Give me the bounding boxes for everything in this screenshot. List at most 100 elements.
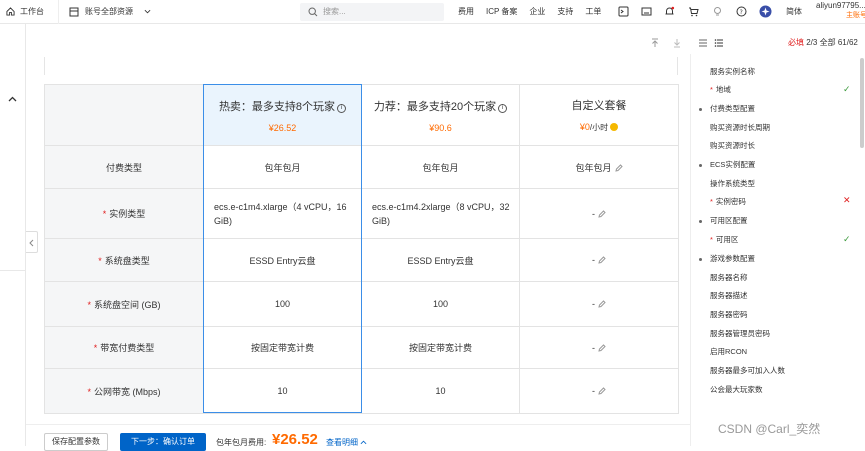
plan-header-row: 热卖：最多支持8个玩家 i ¥26.52 力荐：最多支持20个玩家 i ¥90.6 … [44, 84, 679, 146]
row-label: * 系统盘类型 [44, 238, 204, 282]
resource-group-selector[interactable]: 账号全部资源 [58, 0, 158, 24]
user-account-type: 主账号 [846, 12, 865, 19]
edit-icon[interactable] [598, 387, 606, 395]
footer-action-bar: 保存配置参数 下一步：确认订单 包年包月费用: ¥26.52 查看明细 [26, 424, 690, 451]
bullet-dot [699, 164, 702, 167]
table-row: * 系统盘类型 ESSD Entry云盘 ESSD Entry云盘 - [44, 238, 679, 282]
plan-title: 力荐：最多支持20个玩家 [373, 100, 497, 113]
outline-group[interactable]: 游戏参数配置 [699, 253, 755, 265]
panel-scrollbar[interactable] [860, 58, 864, 148]
help-icon[interactable]: ? [736, 6, 747, 17]
next-confirm-order-button[interactable]: 下一步：确认订单 [120, 433, 206, 451]
search-input[interactable]: 搜索... [300, 3, 444, 21]
table-cell: ESSD Entry云盘 [361, 238, 520, 282]
cell-value: - [592, 386, 595, 396]
table-cell-editable[interactable]: - [519, 188, 679, 239]
assistant-icon[interactable] [759, 5, 772, 18]
view-detail-link[interactable]: 查看明细 [326, 437, 367, 448]
section-top-border [44, 57, 678, 75]
user-account[interactable]: aliyun97795... 主账号 [816, 1, 865, 21]
top-nav-links: 费用 ICP 备案 企业 支持 工单 [458, 0, 613, 24]
outline-item[interactable]: 启用RCON [710, 346, 747, 358]
cell-value: - [592, 342, 595, 353]
move-top-icon[interactable] [650, 38, 660, 48]
table-cell-editable[interactable]: - [519, 281, 679, 327]
outline-item[interactable]: 服务器密码 [710, 309, 748, 321]
outline-group[interactable]: 可用区配置 [699, 215, 748, 227]
outline-group[interactable]: ECS实例配置 [699, 159, 755, 171]
plan-card-hot[interactable]: 热卖：最多支持8个玩家 i ¥26.52 [203, 84, 362, 146]
outline-group[interactable]: 付费类型配置 [699, 103, 755, 115]
top-navigation-bar: 工作台 账号全部资源 搜索... 费用 ICP 备案 企业 支持 工单 ? 简体 ali… [0, 0, 865, 24]
edit-icon[interactable] [614, 163, 623, 172]
bullet-dot [699, 258, 702, 261]
table-cell-editable[interactable]: - [519, 326, 679, 369]
all-label[interactable]: 全部 [820, 38, 836, 47]
cart-icon[interactable] [688, 6, 699, 17]
outline-item[interactable]: 购买资源时长 [710, 140, 755, 152]
plan-card-custom[interactable]: 自定义套餐 ¥0/小时 [519, 84, 679, 146]
sidebar-collapse-handle[interactable] [26, 231, 38, 253]
outline-item[interactable]: * 地域 [710, 84, 731, 96]
outline-item[interactable]: 服务实例名称 [710, 66, 755, 78]
edit-icon[interactable] [598, 300, 606, 308]
info-icon[interactable]: i [337, 103, 347, 113]
table-cell-editable[interactable]: - [519, 238, 679, 282]
cell-value: - [592, 208, 595, 219]
plan-card-recommended[interactable]: 力荐：最多支持20个玩家 i ¥90.6 [361, 84, 520, 146]
watermark: CSDN @Carl_奕然 [718, 422, 821, 436]
nav-link-ticket[interactable]: 工单 [585, 0, 601, 24]
outline-item[interactable]: 购买资源时长周期 [710, 122, 770, 134]
outline-item[interactable]: * 可用区 [710, 234, 738, 246]
required-star: * [102, 209, 107, 219]
required-star: * [710, 85, 713, 94]
chevron-left-icon [29, 239, 34, 247]
table-cell-editable[interactable]: - [519, 368, 679, 414]
nav-link-billing[interactable]: 费用 [458, 0, 474, 24]
outline-item[interactable]: 服务器名称 [710, 272, 748, 284]
edit-icon[interactable] [598, 256, 606, 264]
row-label-text: 系统盘类型 [104, 255, 150, 266]
table-cell-editable[interactable]: 包年包月 [519, 145, 679, 189]
outline-item[interactable]: 服务器最多可加入人数 [710, 365, 785, 377]
outline-item-label: 服务器密码 [710, 310, 748, 319]
outline-item-label: 服务器最多可加入人数 [710, 366, 785, 375]
outline-item-label: 地域 [715, 85, 731, 94]
bell-icon[interactable] [664, 6, 675, 17]
outline-item[interactable]: 公会最大玩家数 [710, 384, 763, 396]
plan-price: ¥26.52 [268, 122, 297, 133]
outline-item[interactable]: 服务器描述 [710, 290, 748, 302]
workbench-label: 工作台 [20, 7, 44, 16]
list-outline-icon[interactable] [714, 38, 724, 48]
config-outline-panel: 服务实例名称 * 地域 付费类型配置 购买资源时长周期 购买资源时长 ECS实例配… [690, 54, 865, 446]
outline-item[interactable]: * 实例密码 [710, 196, 746, 208]
chevron-up-icon[interactable] [8, 96, 17, 102]
lightbulb-icon[interactable] [712, 6, 723, 17]
language-switch[interactable]: 简体 [786, 0, 802, 24]
edit-icon[interactable] [598, 209, 606, 218]
table-cell: 100 [203, 281, 362, 327]
row-label-text: 带宽付费类型 [100, 343, 155, 353]
search-icon [308, 7, 318, 17]
edit-icon[interactable] [598, 343, 606, 352]
outline-item[interactable]: 操作系统类型 [710, 178, 755, 190]
workbench-link[interactable]: 工作台 [6, 0, 44, 24]
required-label[interactable]: 必填 [788, 38, 804, 47]
info-icon[interactable]: i [498, 103, 508, 113]
plan-price: ¥90.6 [429, 122, 452, 133]
save-config-button[interactable]: 保存配置参数 [44, 433, 108, 451]
nav-link-icp[interactable]: ICP 备案 [486, 0, 517, 24]
move-bottom-icon[interactable] [672, 38, 682, 48]
list-expand-icon[interactable] [698, 38, 708, 48]
nav-link-enterprise[interactable]: 企业 [529, 0, 545, 24]
outline-item[interactable]: 服务器管理员密码 [710, 328, 770, 340]
outline-item-label: 服务实例名称 [710, 67, 755, 76]
fee-label: 包年包月费用: [216, 438, 267, 447]
svg-text:?: ? [740, 9, 743, 16]
search-placeholder: 搜索... [323, 7, 346, 16]
outline-item-label: 购买资源时长 [710, 141, 755, 150]
nav-link-support[interactable]: 支持 [557, 0, 573, 24]
terminal-icon[interactable] [641, 6, 652, 17]
cloud-shell-icon[interactable] [618, 6, 629, 17]
coin-icon [610, 123, 619, 131]
